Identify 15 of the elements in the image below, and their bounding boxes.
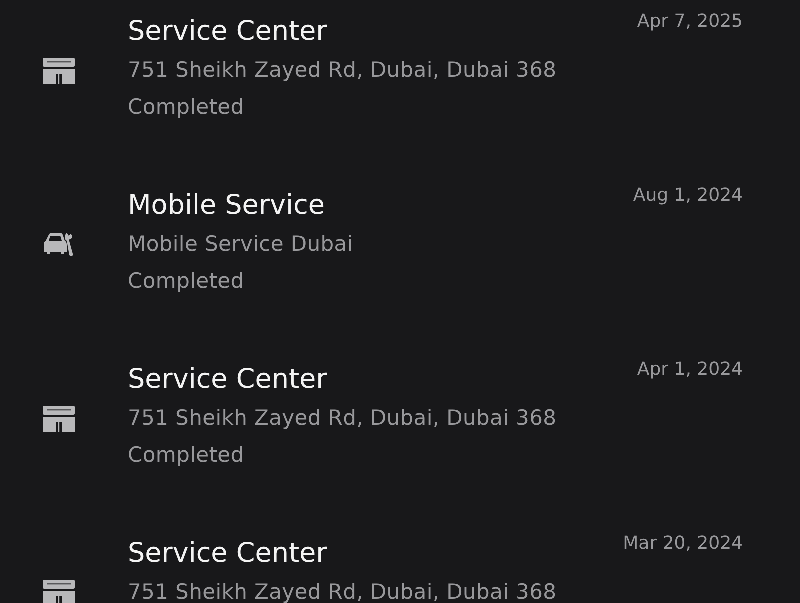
appointment-title: Service Center — [128, 537, 328, 571]
appointment-status: Completed — [128, 94, 246, 121]
appointment-date: Aug 1, 2024 — [633, 184, 743, 208]
appointment-location: Mobile Service Dubai — [128, 231, 354, 258]
appointment-date: Mar 20, 2024 — [623, 532, 743, 556]
appointment-status: Completed — [128, 442, 246, 469]
appointment-location: 751 Sheikh Zayed Rd, Dubai, Dubai 368 — [128, 405, 557, 432]
appointment-location: 751 Sheikh Zayed Rd, Dubai, Dubai 368 — [128, 57, 557, 84]
appointment-location: 751 Sheikh Zayed Rd, Dubai, Dubai 368 — [128, 579, 557, 603]
appointment-date: Apr 1, 2024 — [637, 358, 743, 382]
appointment-title: Mobile Service — [128, 189, 326, 223]
appointment-date: Apr 7, 2025 — [637, 10, 743, 34]
appointment-status: Completed — [128, 268, 246, 295]
appointment-title: Service Center — [128, 363, 328, 397]
appointment-title: Service Center — [128, 15, 328, 49]
